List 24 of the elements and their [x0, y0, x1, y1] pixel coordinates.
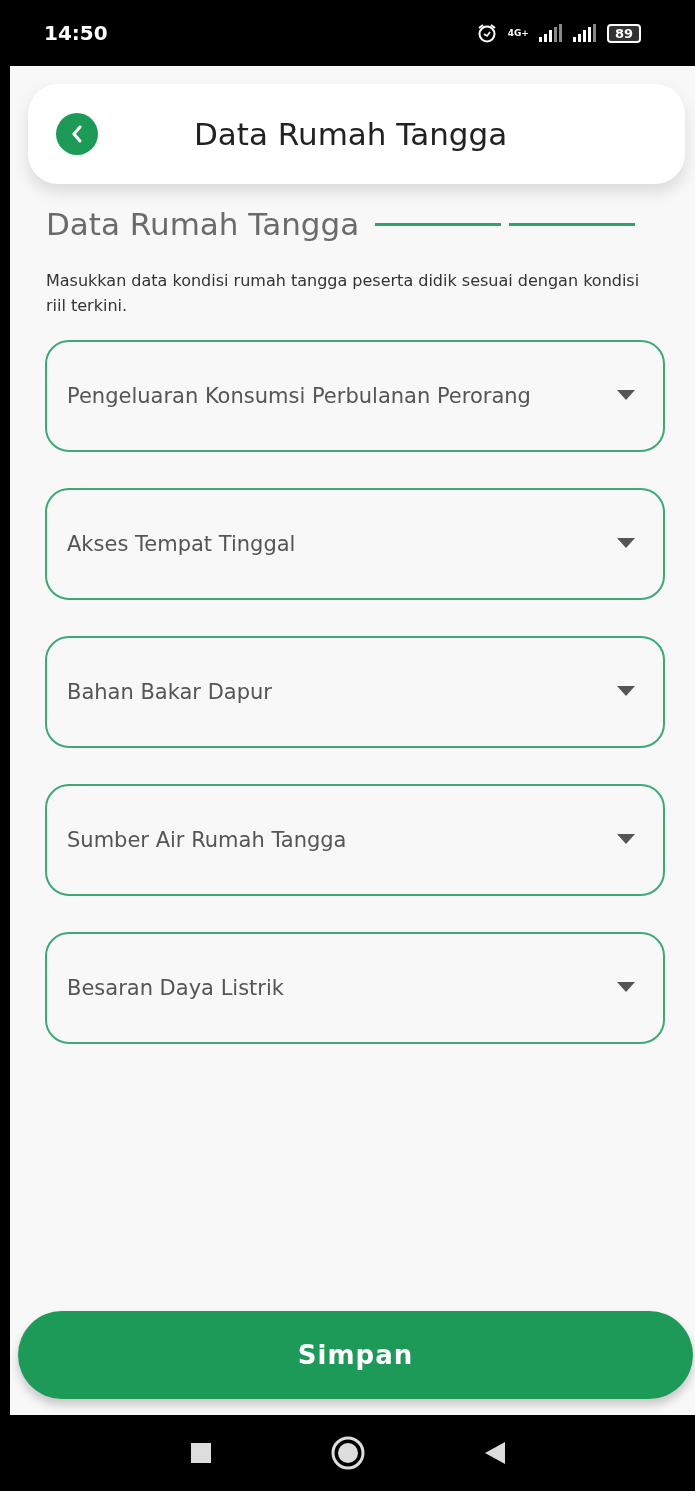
dropdown-field[interactable]: Sumber Air Rumah Tangga [45, 784, 665, 896]
dropdown-field[interactable]: Bahan Bakar Dapur [45, 636, 665, 748]
dropdown-caret-icon [617, 390, 635, 400]
back-nav-icon[interactable] [484, 1442, 505, 1464]
signal-icon [538, 24, 563, 42]
header-title: Data Rumah Tangga [194, 116, 508, 152]
battery-indicator: 89 [606, 23, 641, 43]
dropdown-caret-icon [617, 538, 635, 548]
save-button[interactable]: Simpan [18, 1311, 693, 1399]
chevron-left-icon [70, 125, 84, 143]
section-description: Masukkan data kondisi rumah tangga peserta didik sesuai dengan kondisi riil terkini. [46, 270, 641, 317]
signal-icon [572, 24, 597, 42]
network-label: 4G+ [507, 28, 529, 38]
dropdown-field[interactable]: Besaran Daya Listrik [45, 932, 665, 1044]
dropdown-caret-icon [617, 982, 635, 992]
dropdown-caret-icon [617, 686, 635, 696]
home-icon[interactable] [330, 1436, 365, 1470]
dropdown-caret-icon [617, 834, 635, 844]
recent-apps-icon[interactable] [190, 1443, 211, 1463]
section-title: Data Rumah Tangga [46, 206, 360, 242]
back-button[interactable] [56, 113, 98, 155]
status-time: 14:50 [44, 21, 108, 45]
dropdown-field[interactable]: Pengeluaran Konsumsi Perbulanan Perorang [45, 340, 665, 452]
dropdown-field[interactable]: Akses Tempat Tinggal [45, 488, 665, 600]
